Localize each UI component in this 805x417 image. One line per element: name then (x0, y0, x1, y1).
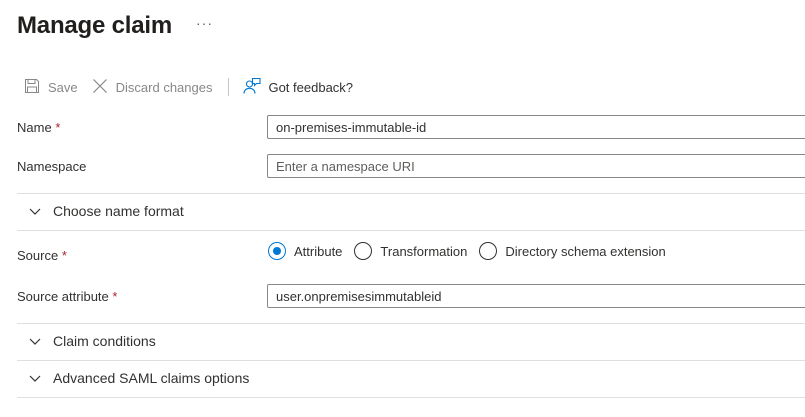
chevron-down-icon (29, 370, 41, 386)
advanced-saml-claims-options-label: Advanced SAML claims options (53, 370, 250, 386)
breadcrumb[interactable] (30, 0, 710, 4)
required-marker: * (55, 120, 61, 135)
name-input[interactable] (267, 115, 805, 139)
divider (17, 323, 805, 324)
name-label: Name * (17, 120, 61, 135)
divider (17, 193, 805, 194)
source-radio-directory-schema-extension[interactable]: Directory schema extension (479, 242, 666, 260)
namespace-input[interactable] (267, 154, 805, 178)
required-marker: * (61, 248, 67, 263)
feedback-label: Got feedback? (268, 79, 354, 95)
feedback-button[interactable]: Got feedback? (243, 77, 353, 98)
namespace-label: Namespace (17, 159, 87, 174)
save-icon (24, 78, 40, 97)
feedback-icon (243, 77, 262, 98)
save-button[interactable]: Save (24, 78, 78, 97)
radio-checked-icon (268, 242, 286, 260)
radio-label: Attribute (294, 243, 343, 259)
page-title: Manage claim (17, 12, 172, 39)
source-radio-attribute[interactable]: Attribute (268, 242, 342, 260)
advanced-saml-claims-options-section[interactable]: Advanced SAML claims options (29, 370, 249, 386)
close-icon (92, 78, 108, 97)
more-options-button[interactable]: ··· (196, 15, 213, 31)
save-button-label: Save (48, 79, 78, 95)
source-radio-transformation[interactable]: Transformation (354, 242, 467, 260)
radio-unchecked-icon (354, 242, 373, 260)
claim-conditions-section[interactable]: Claim conditions (29, 333, 156, 349)
source-label: Source * (17, 248, 67, 263)
discard-changes-button[interactable]: Discard changes (92, 78, 213, 97)
discard-changes-label: Discard changes (115, 79, 213, 95)
radio-unchecked-icon (479, 242, 498, 260)
divider (17, 397, 805, 398)
source-attribute-input[interactable] (267, 284, 805, 308)
toolbar-divider (228, 78, 230, 96)
divider (17, 230, 805, 231)
divider (17, 360, 805, 361)
chevron-down-icon (29, 203, 41, 219)
radio-label: Directory schema extension (505, 243, 666, 259)
chevron-down-icon (29, 333, 41, 349)
radio-label: Transformation (380, 243, 468, 259)
choose-name-format-section[interactable]: Choose name format (29, 203, 184, 219)
required-marker: * (112, 289, 118, 304)
source-attribute-label: Source attribute * (17, 289, 118, 304)
command-bar: Save Discard changes Got feedback? (24, 76, 353, 98)
header: Manage claim ··· (17, 12, 213, 40)
claim-conditions-label: Claim conditions (53, 333, 156, 349)
choose-name-format-label: Choose name format (53, 203, 184, 219)
source-radio-group: Attribute Transformation Directory schem… (268, 242, 678, 260)
